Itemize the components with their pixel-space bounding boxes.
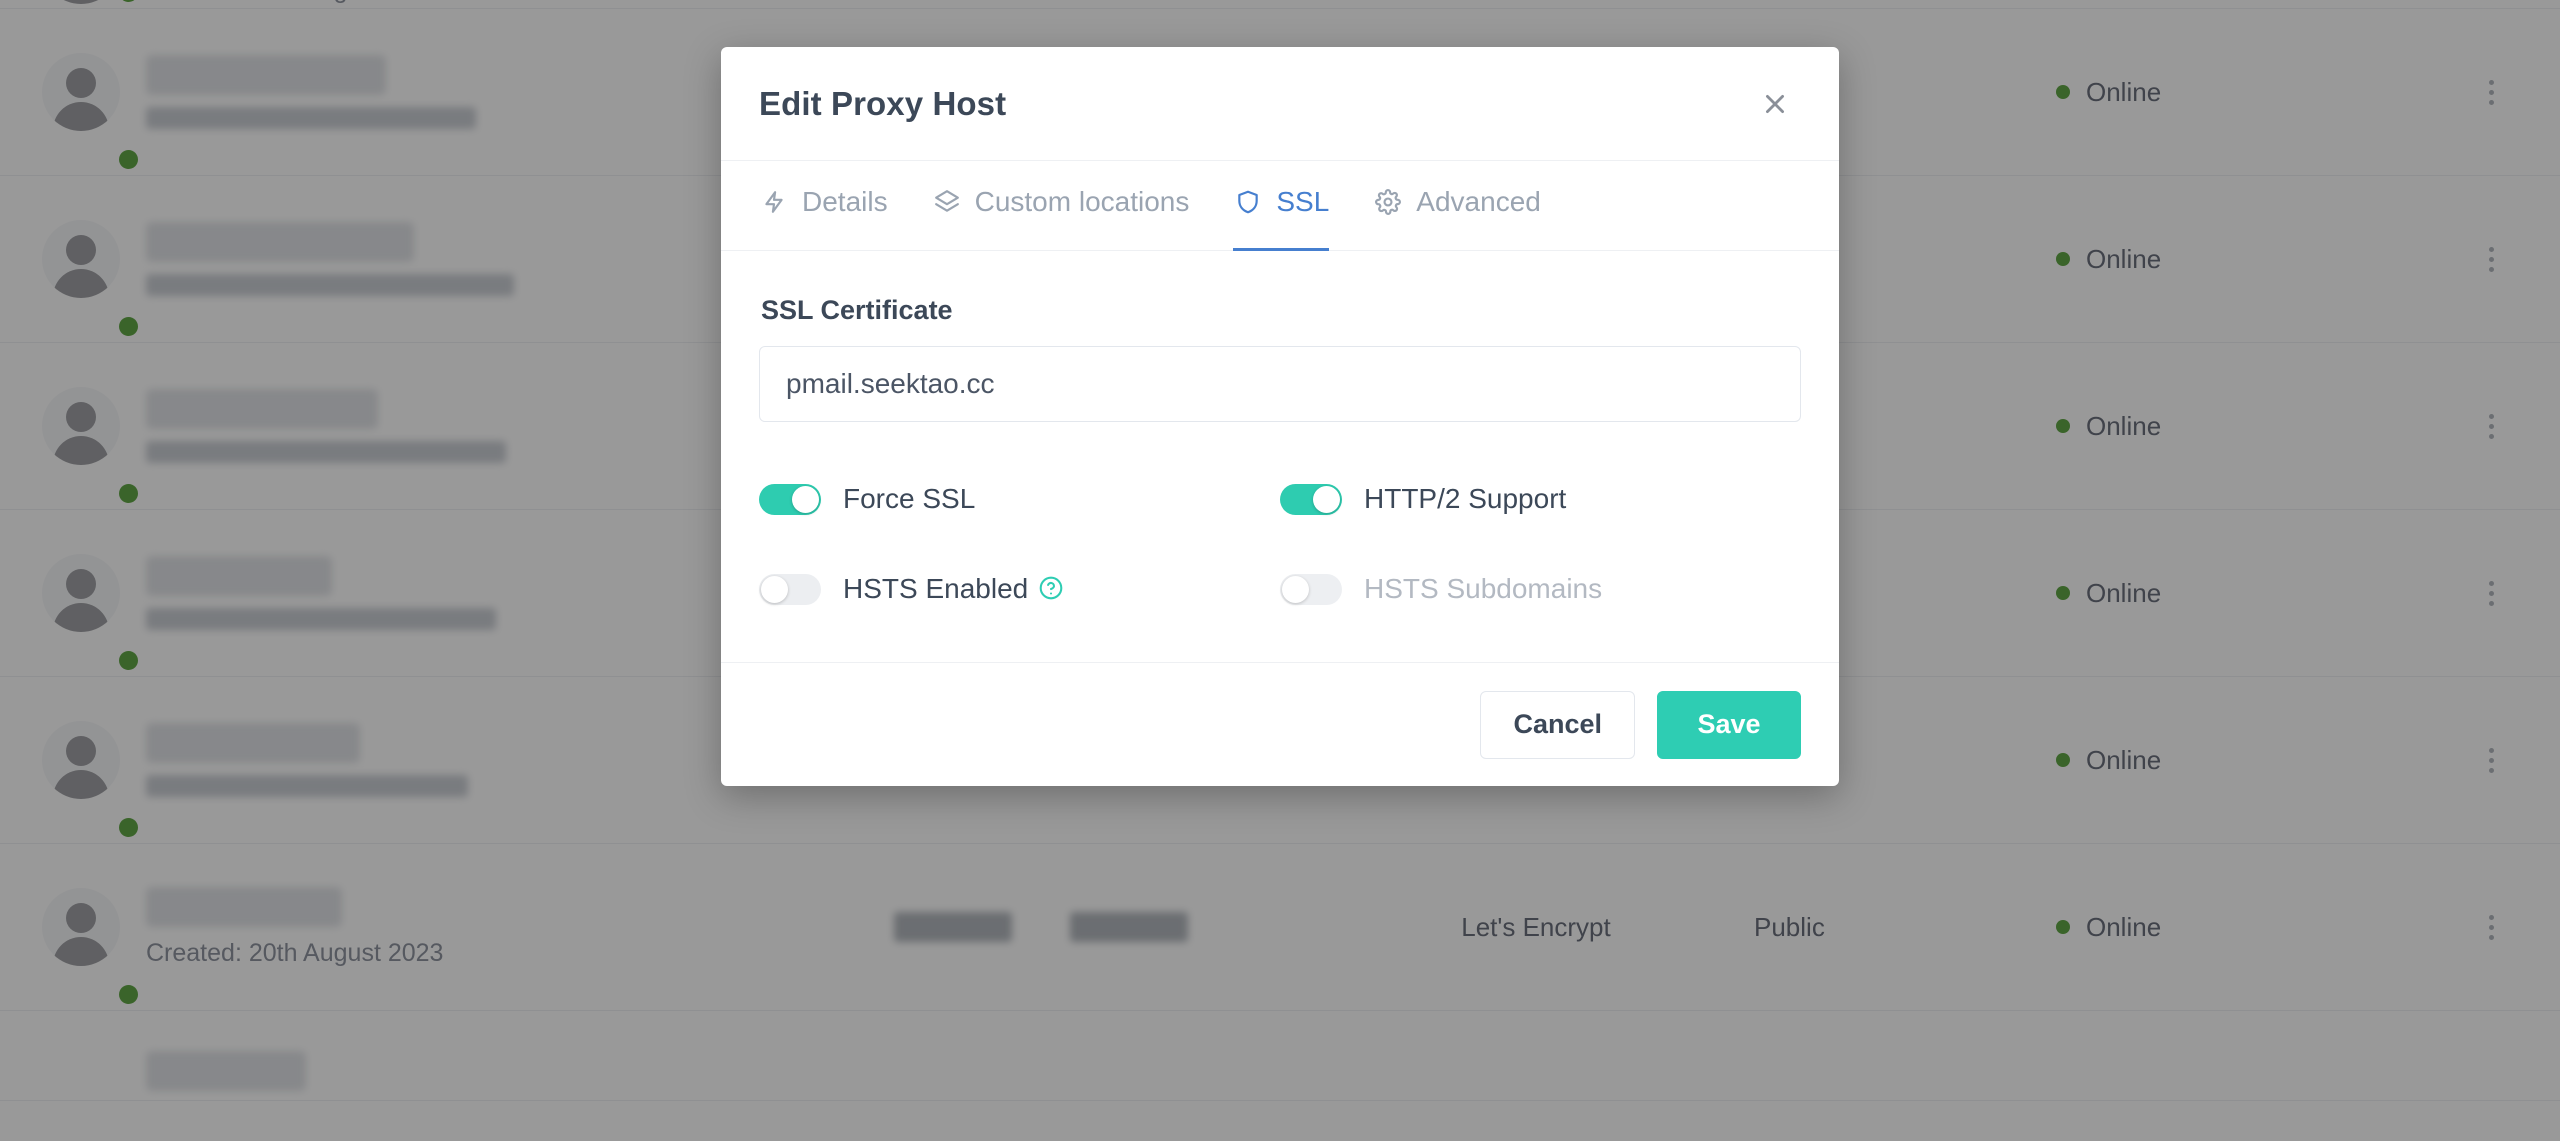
hsts-subdomains-row: HSTS Subdomains <box>1280 554 1801 624</box>
toggle-knob <box>792 485 819 513</box>
shield-icon <box>1233 187 1263 217</box>
app-root: Created: 29th August 2023 http://101.37.… <box>0 0 2560 1141</box>
ssl-panel: SSL Certificate Force SSL HTTP/2 Support <box>721 251 1839 662</box>
hsts-enabled-text: HSTS Enabled <box>843 573 1029 604</box>
toggle-knob <box>1282 575 1309 603</box>
modal-footer: Cancel Save <box>721 662 1839 786</box>
tab-label: Custom locations <box>974 185 1190 217</box>
tab-advanced[interactable]: Advanced <box>1351 157 1563 250</box>
hsts-subdomains-toggle <box>1280 573 1342 605</box>
modal-header: Edit Proxy Host <box>721 47 1839 161</box>
toggle-knob <box>1313 485 1340 513</box>
ssl-certificate-input[interactable] <box>759 346 1801 422</box>
save-button[interactable]: Save <box>1657 690 1801 759</box>
http2-support-label: HTTP/2 Support <box>1364 483 1567 514</box>
cancel-button[interactable]: Cancel <box>1480 690 1635 759</box>
ssl-certificate-label: SSL Certificate <box>761 295 953 325</box>
http2-support-toggle[interactable] <box>1280 483 1342 515</box>
tab-label: Advanced <box>1416 185 1541 217</box>
hsts-enabled-toggle[interactable] <box>759 573 821 605</box>
modal-tab-bar: Details Custom locations SSL Advanced <box>721 161 1839 251</box>
tab-details[interactable]: Details <box>759 157 910 250</box>
tab-custom-locations[interactable]: Custom locations <box>910 157 1212 250</box>
hsts-enabled-row: HSTS Enabled <box>759 554 1280 624</box>
tab-label: SSL <box>1276 185 1330 217</box>
tab-label: Details <box>802 185 888 217</box>
edit-proxy-host-modal: Edit Proxy Host Details Custom locations… <box>721 47 1839 786</box>
toggle-knob <box>761 575 788 603</box>
tab-ssl[interactable]: SSL <box>1211 157 1351 251</box>
close-icon[interactable] <box>1753 82 1797 126</box>
force-ssl-label: Force SSL <box>843 483 976 514</box>
bolt-icon <box>759 187 789 217</box>
force-ssl-row: Force SSL <box>759 464 1280 534</box>
force-ssl-toggle[interactable] <box>759 483 821 515</box>
hsts-subdomains-label: HSTS Subdomains <box>1364 573 1603 604</box>
question-circle-icon[interactable] <box>1038 575 1064 601</box>
http2-support-row: HTTP/2 Support <box>1280 464 1801 534</box>
ssl-options-grid: Force SSL HTTP/2 Support HSTS Enabled HS… <box>759 464 1801 624</box>
gear-icon <box>1373 187 1403 217</box>
layers-icon <box>932 187 962 217</box>
hsts-enabled-label: HSTS Enabled <box>843 573 1064 605</box>
page-title: Edit Proxy Host <box>759 84 1007 122</box>
